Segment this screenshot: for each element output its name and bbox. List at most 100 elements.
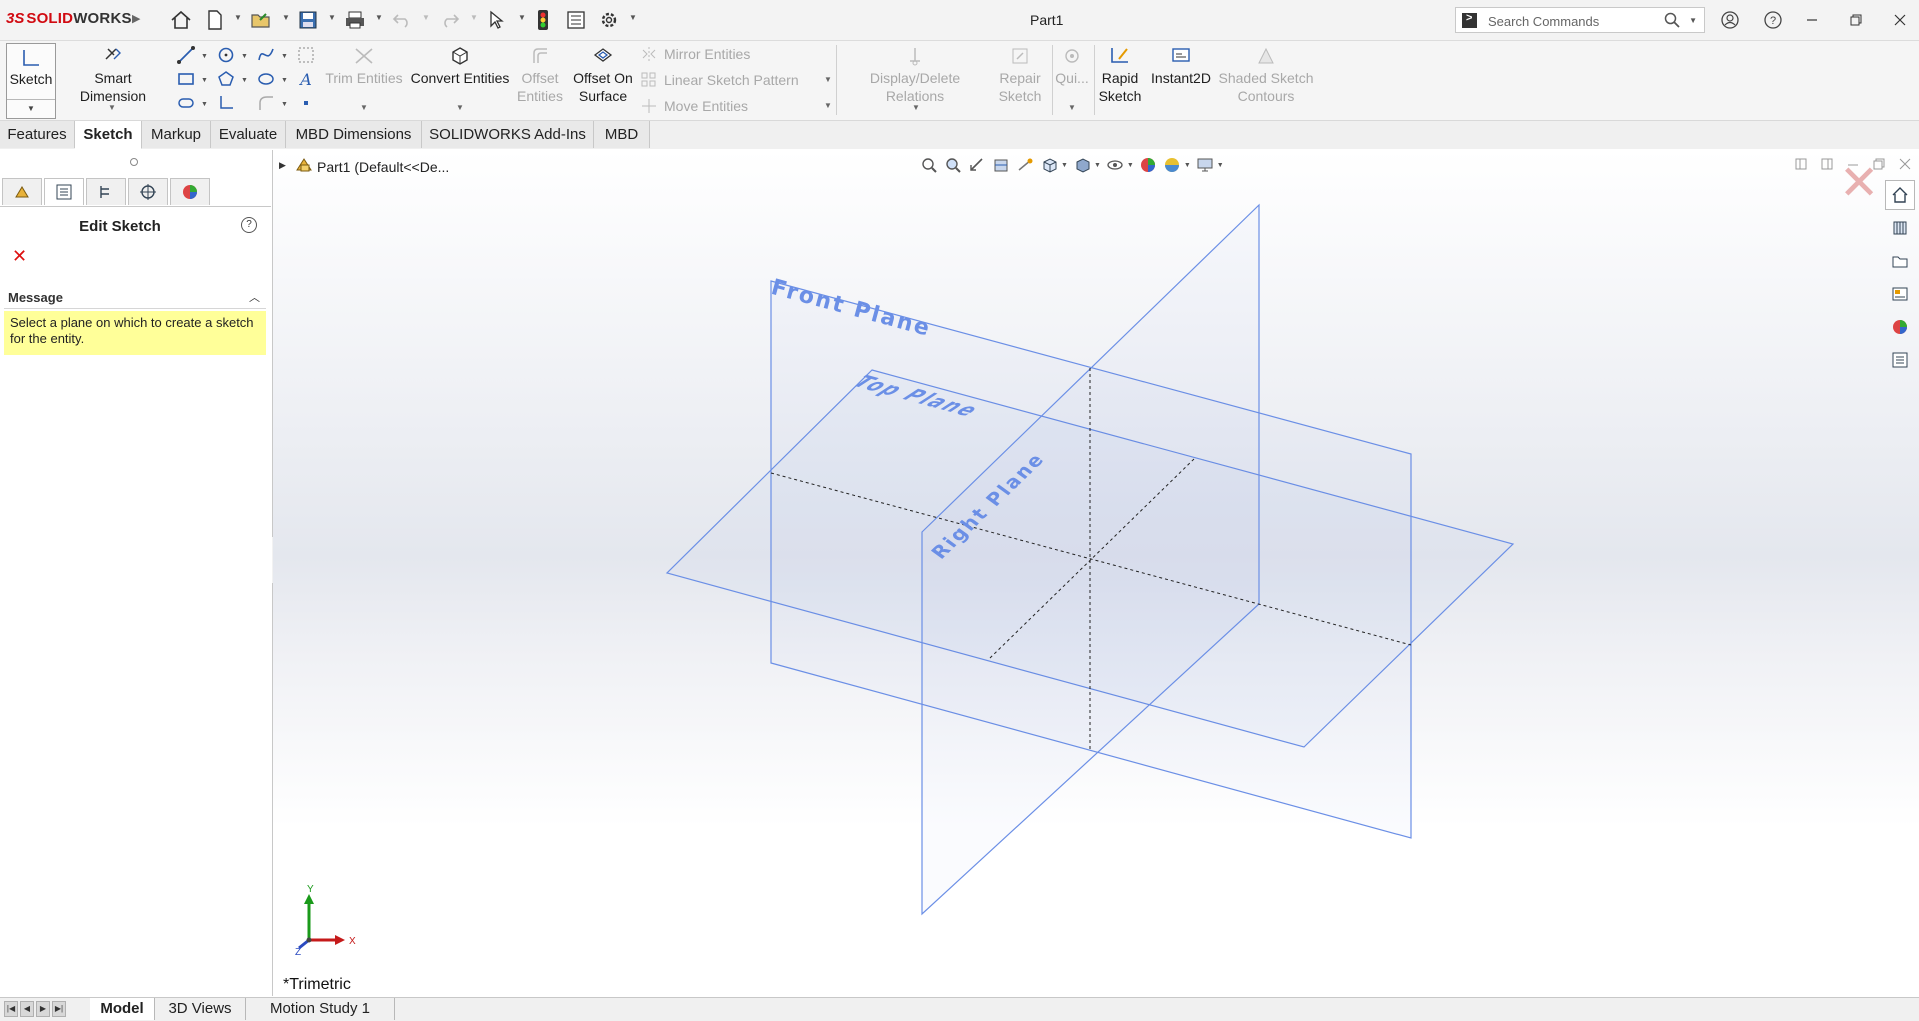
pattern-caret-icon[interactable]: ▼ xyxy=(824,75,832,84)
smart-dimension-caret-icon[interactable]: ▼ xyxy=(108,103,116,112)
appearances-scenes-icon[interactable] xyxy=(1885,312,1915,342)
dynamic-annotation-icon[interactable] xyxy=(1013,154,1037,176)
redo-icon[interactable] xyxy=(440,8,460,32)
apply-scene-icon[interactable] xyxy=(1160,154,1184,176)
open-folder-icon[interactable] xyxy=(250,8,272,32)
section-view-icon[interactable] xyxy=(989,154,1013,176)
trim-entities-button[interactable]: Trim Entities xyxy=(324,43,404,87)
offset-entities-button[interactable]: Offset Entities xyxy=(514,43,566,105)
feature-tree-part-label[interactable]: Part1 (Default<<De... xyxy=(317,159,449,175)
design-library-icon[interactable] xyxy=(1885,213,1915,243)
help-icon[interactable]: ? xyxy=(241,217,257,233)
move-entities-button[interactable]: Move Entities xyxy=(640,95,748,117)
shaded-sketch-contours-button[interactable]: Shaded Sketch Contours xyxy=(1218,43,1314,105)
next-tab-arrow-icon[interactable]: ▶ xyxy=(36,1001,50,1017)
view-palette-icon[interactable] xyxy=(1885,279,1915,309)
print-caret-icon[interactable]: ▼ xyxy=(375,13,383,22)
rebuild-traffic-light-icon[interactable] xyxy=(536,8,550,32)
point-icon[interactable] xyxy=(296,93,316,113)
previous-view-icon[interactable] xyxy=(965,154,989,176)
hide-show-items-icon[interactable] xyxy=(1103,154,1127,176)
edit-appearance-icon[interactable] xyxy=(1136,154,1160,176)
custom-properties-icon[interactable] xyxy=(1885,345,1915,375)
smart-dimension-button[interactable]: Smart Dimension xyxy=(60,43,166,105)
exit-sketch-cancel-icon[interactable]: ✕ xyxy=(1839,160,1879,208)
last-tab-arrow-icon[interactable]: ▶| xyxy=(52,1001,66,1017)
display-style-caret-icon[interactable]: ▼ xyxy=(1094,162,1101,169)
logo-menu-arrow-icon[interactable]: ▶ xyxy=(132,12,140,25)
move-caret-icon[interactable]: ▼ xyxy=(824,101,832,110)
tab-mbd[interactable]: MBD xyxy=(594,121,650,148)
instant2d-button[interactable]: Instant2D xyxy=(1148,43,1214,87)
new-document-icon[interactable] xyxy=(206,8,224,32)
circle-icon[interactable] xyxy=(216,45,236,65)
offset-on-surface-button[interactable]: Offset On Surface xyxy=(570,43,636,105)
fillet-icon[interactable] xyxy=(216,93,236,113)
tab-mbd-dimensions[interactable]: MBD Dimensions xyxy=(286,121,422,148)
sketch-fillet-caret-icon[interactable]: ▼ xyxy=(281,101,288,108)
mirror-entities-button[interactable]: Mirror Entities xyxy=(640,43,750,65)
text-icon[interactable]: A xyxy=(296,69,316,89)
display-style-icon[interactable] xyxy=(1070,154,1094,176)
search-options-caret-icon[interactable]: ▼ xyxy=(1689,16,1697,25)
slot-caret-icon[interactable]: ▼ xyxy=(201,101,208,108)
feature-manager-tab-icon[interactable] xyxy=(2,178,42,205)
tab-markup[interactable]: Markup xyxy=(142,121,211,148)
undo-icon[interactable] xyxy=(392,8,412,32)
view-settings-monitor-icon[interactable] xyxy=(1193,154,1217,176)
view-orientation-icon[interactable] xyxy=(1037,154,1061,176)
construction-geometry-icon[interactable] xyxy=(296,45,316,65)
quick-snaps-caret-icon[interactable]: ▼ xyxy=(1068,103,1076,112)
spline-caret-icon[interactable]: ▼ xyxy=(281,53,288,60)
linear-sketch-pattern-button[interactable]: Linear Sketch Pattern xyxy=(640,69,799,91)
open-caret-icon[interactable]: ▼ xyxy=(282,13,290,22)
close-window-icon[interactable] xyxy=(1886,8,1914,32)
tab-motion-study-1[interactable]: Motion Study 1 xyxy=(246,998,395,1020)
display-delete-relations-button[interactable]: Display/Delete Relations xyxy=(840,43,990,105)
convert-entities-button[interactable]: Convert Entities xyxy=(410,43,510,87)
repair-sketch-button[interactable]: Repair Sketch xyxy=(996,43,1044,105)
search-input[interactable] xyxy=(1486,10,1660,32)
search-commands-box[interactable]: ▼ xyxy=(1455,7,1705,33)
restore-window-icon[interactable] xyxy=(1842,8,1870,32)
rectangle-icon[interactable] xyxy=(176,69,196,89)
convert-caret-icon[interactable]: ▼ xyxy=(456,103,464,112)
file-properties-icon[interactable] xyxy=(566,8,586,32)
relations-caret-icon[interactable]: ▼ xyxy=(912,103,920,112)
rapid-sketch-button[interactable]: Rapid Sketch xyxy=(1096,43,1144,105)
view-settings-caret-icon[interactable]: ▼ xyxy=(1217,162,1224,169)
new-caret-icon[interactable]: ▼ xyxy=(234,13,242,22)
undo-caret-icon[interactable]: ▼ xyxy=(422,13,430,22)
tab-solidworks-addins[interactable]: SOLIDWORKS Add-Ins xyxy=(422,121,594,148)
solidworks-resources-home-icon[interactable] xyxy=(1885,180,1915,210)
tree-expand-arrow-icon[interactable]: ▶ xyxy=(279,160,286,171)
zoom-to-area-icon[interactable] xyxy=(941,154,965,176)
first-tab-arrow-icon[interactable]: |◀ xyxy=(4,1001,18,1017)
sketch-button[interactable]: Sketch ▼ xyxy=(6,43,56,119)
cancel-close-icon[interactable]: ✕ xyxy=(12,246,27,267)
tile-right-icon[interactable] xyxy=(1814,154,1840,174)
configuration-manager-tab-icon[interactable] xyxy=(86,178,126,205)
save-icon[interactable] xyxy=(298,8,318,32)
search-icon[interactable] xyxy=(1664,12,1680,31)
redo-caret-icon[interactable]: ▼ xyxy=(470,13,478,22)
rectangle-caret-icon[interactable]: ▼ xyxy=(201,77,208,84)
slot-icon[interactable] xyxy=(176,93,196,113)
line-icon[interactable] xyxy=(176,45,196,65)
previous-tab-arrow-icon[interactable]: ◀ xyxy=(20,1001,34,1017)
tab-sketch[interactable]: Sketch xyxy=(75,121,142,149)
minimize-window-icon[interactable] xyxy=(1798,8,1826,32)
select-pointer-icon[interactable] xyxy=(488,8,506,32)
sketch-dropdown-caret-icon[interactable]: ▼ xyxy=(7,99,55,118)
graphics-area[interactable]: ▶ Part1 (Default<<De... ▼ ▼ ▼ ▼ ▼ ✕ Fron… xyxy=(273,150,1919,996)
pane-grip-icon[interactable] xyxy=(130,158,138,166)
collapse-chevron-up-icon[interactable]: ︿ xyxy=(249,289,260,305)
options-caret-icon[interactable]: ▼ xyxy=(629,13,637,22)
tab-features[interactable]: Features xyxy=(0,121,75,148)
tile-left-icon[interactable] xyxy=(1788,154,1814,174)
trim-caret-icon[interactable]: ▼ xyxy=(360,103,368,112)
polygon-caret-icon[interactable]: ▼ xyxy=(241,77,248,84)
options-gear-icon[interactable] xyxy=(599,8,619,32)
tab-model[interactable]: Model xyxy=(90,998,155,1020)
apply-scene-caret-icon[interactable]: ▼ xyxy=(1184,162,1191,169)
